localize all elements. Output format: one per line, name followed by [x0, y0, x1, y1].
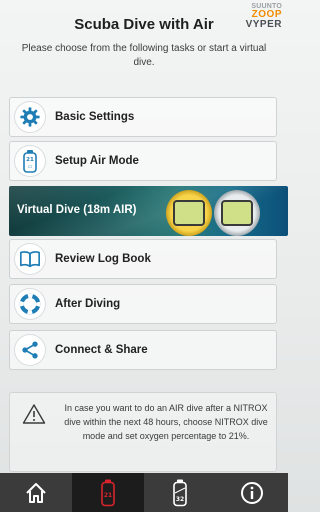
setup-air-mode-label: Setup Air Mode	[55, 155, 139, 167]
nitrox-tank-tab-icon: 32	[173, 479, 187, 506]
gear-icon	[15, 102, 45, 132]
air-tank-number-top: 21	[26, 157, 34, 163]
page-title: Scuba Dive with Air	[74, 16, 214, 33]
review-log-book-label: Review Log Book	[55, 253, 151, 265]
connect-share-button[interactable]: Connect & Share	[9, 330, 277, 370]
tab-home[interactable]	[0, 473, 72, 512]
lifebuoy-icon	[15, 289, 45, 319]
info-icon	[241, 481, 263, 504]
tab-nitrox-dive[interactable]: 32	[144, 473, 216, 512]
tab-air-dive[interactable]: 21	[72, 473, 144, 512]
book-icon	[15, 244, 45, 274]
share-icon	[15, 335, 45, 365]
nitrox-tank-tab-number: 32	[176, 496, 184, 503]
page-subtitle: Please choose from the following tasks o…	[21, 43, 267, 68]
after-diving-label: After Diving	[55, 298, 121, 310]
dive-computer-image-silver	[214, 190, 260, 236]
notice-text: In case you want to do an AIR dive after…	[64, 403, 268, 441]
app-screen: SUUNTO ZOOP VYPER Scuba Dive with Air Pl…	[0, 0, 288, 512]
nitrox-notice: In case you want to do an AIR dive after…	[9, 392, 277, 472]
virtual-dive-label: Virtual Dive (18m AIR)	[17, 204, 137, 216]
after-diving-button[interactable]: After Diving	[9, 284, 277, 324]
setup-air-mode-button[interactable]: 21 ▭ Setup Air Mode	[9, 141, 277, 181]
basic-settings-label: Basic Settings	[55, 111, 135, 123]
air-tank-tab-icon: 21	[101, 479, 115, 506]
home-icon	[26, 482, 46, 503]
review-log-book-button[interactable]: Review Log Book	[9, 239, 277, 279]
tab-info[interactable]	[216, 473, 288, 512]
svg-text:▭: ▭	[28, 164, 33, 170]
dive-computer-image-yellow	[166, 190, 212, 236]
bottom-tab-bar: 21 32	[0, 473, 288, 512]
air-tank-tab-number: 21	[104, 492, 112, 499]
virtual-dive-banner[interactable]: Virtual Dive (18m AIR)	[9, 186, 288, 236]
warning-icon	[22, 404, 46, 424]
basic-settings-button[interactable]: Basic Settings	[9, 97, 277, 137]
air-tank-icon: 21 ▭	[15, 146, 45, 176]
connect-share-label: Connect & Share	[55, 344, 148, 356]
